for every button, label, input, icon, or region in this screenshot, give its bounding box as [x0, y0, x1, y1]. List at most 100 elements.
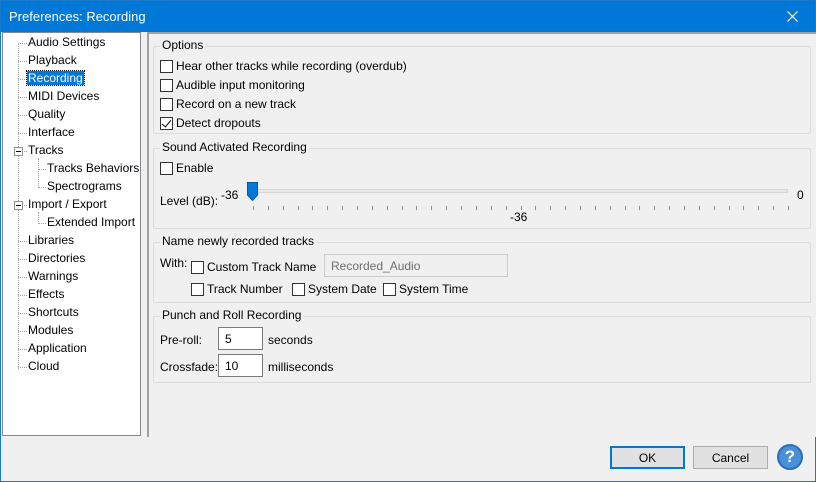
track-number-checkbox-box[interactable] — [191, 282, 204, 296]
sound-activated-group: Sound Activated Recording Enable Level (… — [153, 140, 811, 229]
tree-item-libraries[interactable]: Libraries — [28, 232, 74, 249]
sound-activated-enable-checkbox[interactable]: Enable — [160, 160, 213, 176]
tree-item-spectrograms[interactable]: Spectrograms — [47, 178, 122, 195]
crossfade-unit: milliseconds — [268, 360, 334, 374]
preroll-input[interactable]: 5 — [218, 327, 263, 350]
slider-tick — [461, 206, 463, 210]
crossfade-input[interactable]: 10 — [218, 354, 263, 377]
tree-item-extended-import[interactable]: Extended Import — [47, 214, 135, 231]
help-icon[interactable]: ? — [777, 444, 803, 470]
track-number-checkbox[interactable]: Track Number — [191, 281, 283, 297]
slider-value-label: -36 — [510, 210, 528, 224]
slider-tick — [654, 206, 656, 210]
slider-tick — [446, 206, 448, 210]
window-title: Preferences: Recording — [9, 9, 146, 24]
slider-tick — [683, 206, 685, 210]
close-button[interactable] — [769, 1, 815, 32]
tree-item-directories[interactable]: Directories — [28, 250, 85, 267]
slider-tick — [475, 206, 477, 210]
tree-item-effects[interactable]: Effects — [28, 286, 64, 303]
tree-guide-line — [38, 158, 39, 186]
tree-item-modules[interactable]: Modules — [28, 322, 73, 339]
tree-item-application[interactable]: Application — [28, 340, 87, 357]
sound-activated-title: Sound Activated Recording — [160, 140, 309, 154]
tree-guide-line — [38, 212, 39, 222]
settings-panel: Options Hear other tracks while recordin… — [147, 32, 816, 437]
system-time-checkbox[interactable]: System Time — [383, 281, 468, 297]
slider-tick — [758, 206, 760, 210]
options-group: Options Hear other tracks while recordin… — [153, 38, 811, 134]
preroll-label: Pre-roll: — [160, 333, 203, 347]
slider-tick — [327, 206, 329, 210]
custom-track-name-checkbox[interactable]: Custom Track Name — [191, 259, 316, 275]
cancel-button[interactable]: Cancel — [693, 446, 768, 469]
tree-item-tracks[interactable]: Tracks — [28, 142, 64, 159]
custom-track-name-checkbox-box[interactable] — [191, 260, 204, 274]
tree-item-midi-devices[interactable]: MIDI Devices — [28, 88, 99, 105]
slider-tick — [609, 206, 611, 210]
tree-item-warnings[interactable]: Warnings — [28, 268, 78, 285]
detect-dropouts-checkbox-box[interactable] — [160, 116, 173, 130]
crossfade-label: Crossfade: — [160, 360, 219, 374]
category-tree[interactable]: Audio Settings Playback Recording MIDI D… — [2, 32, 141, 436]
slider-tick — [565, 206, 567, 210]
tree-item-recording[interactable]: Recording — [26, 70, 85, 87]
new-track-checkbox-box[interactable] — [160, 97, 173, 111]
slider-tick — [297, 206, 299, 210]
slider-tick — [490, 206, 492, 210]
options-title: Options — [160, 38, 206, 52]
slider-tick — [312, 206, 314, 210]
custom-track-name-input[interactable]: Recorded_Audio — [324, 254, 508, 277]
slider-tick — [535, 206, 537, 210]
collapse-import-export-icon[interactable] — [14, 201, 23, 210]
tree-item-audio-settings[interactable]: Audio Settings — [28, 34, 105, 51]
ok-button[interactable]: OK — [610, 446, 685, 469]
input-monitoring-checkbox[interactable]: Audible input monitoring — [160, 77, 305, 93]
slider-tick — [743, 206, 745, 210]
tree-item-cloud[interactable]: Cloud — [28, 358, 59, 375]
system-date-checkbox[interactable]: System Date — [292, 281, 377, 297]
naming-group: Name newly recorded tracks With: Custom … — [153, 234, 811, 303]
slider-tick — [386, 206, 388, 210]
tree-item-shortcuts[interactable]: Shortcuts — [28, 304, 79, 321]
slider-tick — [253, 206, 254, 210]
naming-title: Name newly recorded tracks — [160, 234, 317, 248]
collapse-tracks-icon[interactable] — [14, 147, 23, 156]
slider-tick — [371, 206, 373, 210]
slider-tick — [788, 206, 789, 210]
slider-tick — [639, 206, 641, 210]
slider-tick — [431, 206, 433, 210]
system-time-checkbox-box[interactable] — [383, 282, 396, 296]
enable-checkbox-box[interactable] — [160, 161, 173, 175]
system-date-checkbox-box[interactable] — [292, 282, 305, 296]
preroll-unit: seconds — [268, 333, 313, 347]
slider-tick — [728, 206, 730, 210]
slider-tick — [624, 206, 626, 210]
level-slider-thumb[interactable] — [247, 182, 258, 201]
with-label: With: — [160, 256, 188, 270]
slider-tick — [713, 206, 715, 210]
close-icon — [786, 11, 798, 22]
slider-tick — [267, 206, 269, 210]
slider-tick — [550, 206, 552, 210]
overdub-checkbox-box[interactable] — [160, 59, 173, 73]
detect-dropouts-checkbox[interactable]: Detect dropouts — [160, 115, 261, 131]
new-track-checkbox[interactable]: Record on a new track — [160, 96, 296, 112]
slider-tick — [594, 206, 596, 210]
slider-tick — [282, 206, 284, 210]
tree-item-playback[interactable]: Playback — [28, 52, 77, 69]
slider-tick — [416, 206, 418, 210]
title-bar: Preferences: Recording — [1, 1, 815, 32]
slider-min-label: -36 — [221, 188, 239, 202]
slider-tick — [773, 206, 775, 210]
tree-item-quality[interactable]: Quality — [28, 106, 65, 123]
input-monitoring-checkbox-box[interactable] — [160, 78, 173, 92]
tree-item-interface[interactable]: Interface — [28, 124, 75, 141]
slider-tick — [698, 206, 700, 210]
tree-item-tracks-behaviors[interactable]: Tracks Behaviors — [47, 160, 139, 177]
level-slider-track[interactable] — [248, 189, 788, 193]
level-label: Level (dB): — [160, 194, 219, 208]
overdub-checkbox[interactable]: Hear other tracks while recording (overd… — [160, 58, 407, 74]
tree-item-import-export[interactable]: Import / Export — [28, 196, 107, 213]
punch-roll-group: Punch and Roll Recording Pre-roll: 5 sec… — [153, 308, 811, 383]
